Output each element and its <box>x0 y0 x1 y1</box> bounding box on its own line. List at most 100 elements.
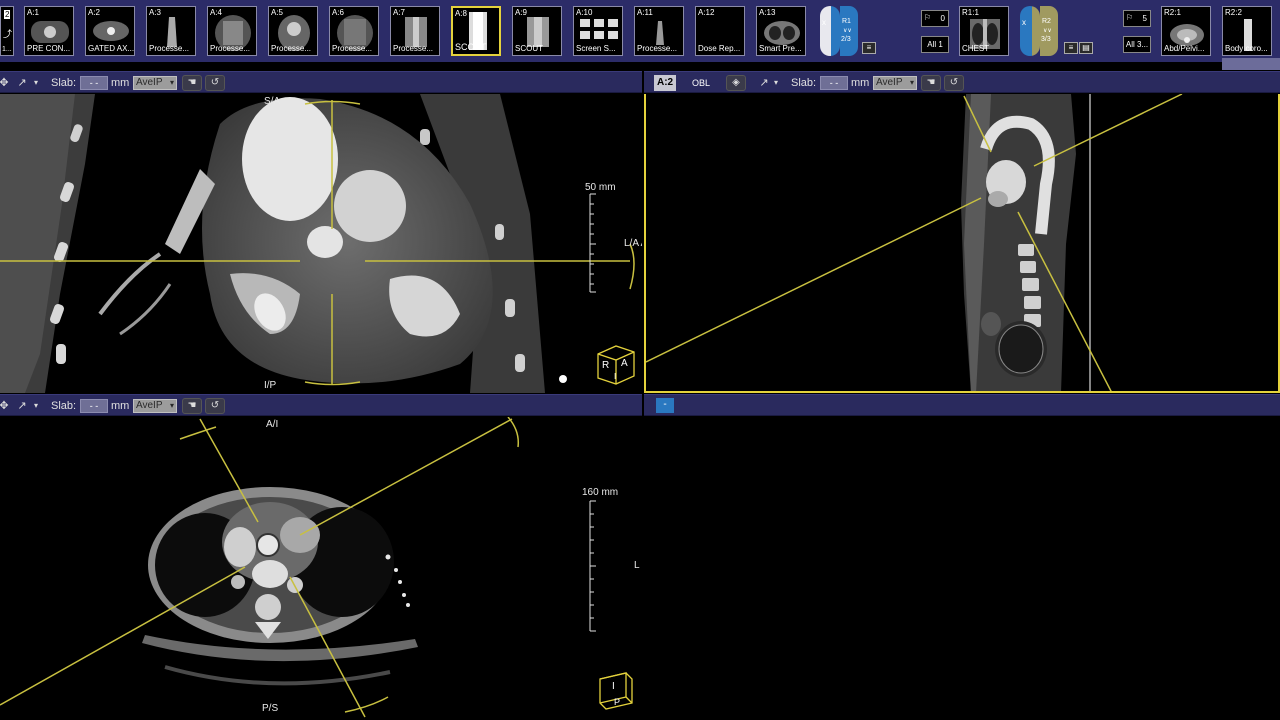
thumbnail-id: A:11 <box>637 8 653 17</box>
thumbnail-id: A:2 <box>88 8 101 17</box>
viewport-id-badge: A:2 <box>654 75 677 91</box>
slab-thickness-input[interactable]: - - <box>80 76 108 90</box>
rotate-tool-icon[interactable]: ↗ <box>14 399 30 413</box>
tool-dropdown-icon[interactable]: ▾ <box>34 76 44 90</box>
series-list-button[interactable]: ≡ <box>1064 42 1078 54</box>
tool-dropdown-icon[interactable]: ▾ <box>774 76 784 90</box>
orientation-right-label: L <box>634 560 640 571</box>
thumbnail-id: A:7 <box>393 8 406 17</box>
pan-icon[interactable]: ✥ <box>0 76 12 90</box>
series-thumbnail-a-8[interactable]: A:8 SCOUT <box>451 6 501 56</box>
thumbnail-label: GATED AX... <box>88 44 135 53</box>
series-thumbnail-a-3[interactable]: A:3 Processe... <box>146 6 196 56</box>
slab-unit: mm <box>111 77 130 89</box>
hand-tool-button[interactable]: ☚ <box>182 75 202 91</box>
thumbnail-id: A:9 <box>515 8 528 17</box>
thumbnail-label: Smart Pre... <box>759 44 802 53</box>
orientation-right-label: L/A A/R <box>624 238 642 249</box>
projection-mode-select[interactable]: AveIP <box>133 76 177 90</box>
slab-thickness-input[interactable]: - - <box>820 76 848 90</box>
series-group-r2-tab[interactable]: R2 ∨∨ 3/3 <box>1040 6 1058 56</box>
viewport-toolbar-sagittal: A:2 OBL ◈ ↗ ▾ Slab: - - mm AveIP ☚ ↺ <box>644 71 1280 93</box>
reset-tool-button[interactable]: ↺ <box>205 75 225 91</box>
thumbnail-label: Abd/Pelvi... <box>1164 44 1205 53</box>
scale-label: 50 mm <box>585 182 616 193</box>
thumbnail-label: Body coro... <box>1225 44 1268 53</box>
rotate-tool-icon[interactable]: ↗ <box>756 76 772 90</box>
flag-icon: ⚐ <box>1126 13 1134 22</box>
orientation-top-label: A/I <box>266 419 279 430</box>
projection-mode-select[interactable]: AveIP <box>873 76 917 90</box>
slab-thickness-input[interactable]: - - <box>80 399 108 413</box>
series-group-r2-close[interactable]: x <box>1020 6 1040 56</box>
series-thumbnail-r2-2[interactable]: R2:2 Body coro... <box>1222 6 1272 56</box>
crosshair-overlay <box>646 94 1183 391</box>
reset-tool-button[interactable]: ↺ <box>944 75 964 91</box>
thumbnail-label: SCOUT <box>515 44 543 53</box>
series-thumbnail-a-10[interactable]: A:10 Screen S... <box>573 6 623 56</box>
series-thumbnail-a-6[interactable]: A:6 Processe... <box>329 6 379 56</box>
series-grid-button[interactable]: ▤ <box>1079 42 1093 54</box>
thumbnail-id: A:5 <box>271 8 284 17</box>
hand-tool-button[interactable]: ☚ <box>182 398 202 414</box>
thumbnail-label: Processe... <box>393 44 434 53</box>
series-group-r1-close[interactable]: x <box>820 6 840 56</box>
oblique-button[interactable]: OBL <box>692 76 710 90</box>
scale-ruler <box>589 193 596 293</box>
series-thumbnail-a-9[interactable]: A:9 SCOUT <box>512 6 562 56</box>
all-count-box-r2[interactable]: All 3... <box>1123 36 1151 53</box>
series-menu-button[interactable]: ≡ <box>862 42 876 54</box>
thumbnail-label: SCOUT <box>455 42 487 52</box>
tool-dropdown-icon[interactable]: ▾ <box>34 399 44 413</box>
group-r1-arrows: ∨∨ <box>843 28 852 34</box>
oblique-cardiac-image <box>0 94 635 393</box>
all-count-label: All 3... <box>1125 40 1149 49</box>
series-thumbnail-a-12[interactable]: A:12 Dose Rep... <box>695 6 745 56</box>
thumbnail-id: A:8 <box>455 9 468 18</box>
all-count-box[interactable]: All 1 <box>921 36 949 53</box>
series-thumbnail-a-4[interactable]: A:4 Processe... <box>207 6 257 56</box>
reset-tool-button[interactable]: ↺ <box>205 398 225 414</box>
series-group-r1-tab[interactable]: R1 ∨∨ 2/3 <box>840 6 858 56</box>
series-thumbnail-r1-1[interactable]: R1:1 CHEST <box>959 6 1009 56</box>
series-stub[interactable]: 2 ⤴ 1... <box>0 6 14 56</box>
group-r1-name: R1 <box>842 18 851 25</box>
cube-label-p: P <box>614 697 621 707</box>
series-thumbnail-r2-1[interactable]: R2:1 Abd/Pelvi... <box>1161 6 1211 56</box>
viewport-sagittal[interactable] <box>644 94 1280 393</box>
orientation-bottom-label: I/P <box>264 380 277 391</box>
thumbnail-label: Processe... <box>149 44 190 53</box>
series-bar: 2 ⤴ 1... A:1 PRE CON... A:2 GATED AX... A:3 P… <box>0 0 1280 70</box>
viewport-empty[interactable] <box>644 417 1280 720</box>
scale-ruler <box>589 500 596 632</box>
expand-toolbar-button[interactable]: - <box>656 398 674 413</box>
projection-mode-select[interactable]: AveIP <box>133 399 177 413</box>
series-thumbnail-a-7[interactable]: A:7 Processe... <box>390 6 440 56</box>
flag-count-box-r2[interactable]: ⚐ 5 <box>1123 10 1151 27</box>
series-bar-strip <box>1222 58 1280 70</box>
navigator-button[interactable]: ◈ <box>726 75 746 91</box>
hand-tool-button[interactable]: ☚ <box>921 75 941 91</box>
series-thumbnail-a-13[interactable]: A:13 Smart Pre... <box>756 6 806 56</box>
flag-count-box[interactable]: ⚐ 0 <box>921 10 949 27</box>
group-r2-name: R2 <box>1042 18 1051 25</box>
all-count-label: All 1 <box>927 40 943 49</box>
series-thumbnail-a-2[interactable]: A:2 GATED AX... <box>85 6 135 56</box>
orientation-bottom-label: P/S <box>262 703 279 714</box>
pan-icon[interactable]: ✥ <box>0 399 12 413</box>
thumbnail-id: A:4 <box>210 8 223 17</box>
slab-label: Slab: <box>51 77 77 89</box>
flag-count: 5 <box>1142 14 1147 23</box>
rotate-tool-icon[interactable]: ↗ <box>14 76 30 90</box>
viewport-oblique[interactable]: S/A I/P L/A A/R 50 mm A R I <box>0 94 642 393</box>
thumbnail-id: A:13 <box>759 8 776 17</box>
viewport-toolbar-oblique: ✥ ↗ ▾ Slab: - - mm AveIP ☚ ↺ <box>0 71 642 93</box>
viewport-axial[interactable]: A/I P/S L 160 mm I P <box>0 417 642 720</box>
viewport-toolbar-empty: - <box>644 394 1280 416</box>
thumbnail-id: A:12 <box>698 8 715 17</box>
slab-unit: mm <box>851 77 870 89</box>
stub-bottom-label: 1... <box>2 46 12 53</box>
series-thumbnail-a-1[interactable]: A:1 PRE CON... <box>24 6 74 56</box>
series-thumbnail-a-11[interactable]: A:11 Processe... <box>634 6 684 56</box>
series-thumbnail-a-5[interactable]: A:5 Processe... <box>268 6 318 56</box>
